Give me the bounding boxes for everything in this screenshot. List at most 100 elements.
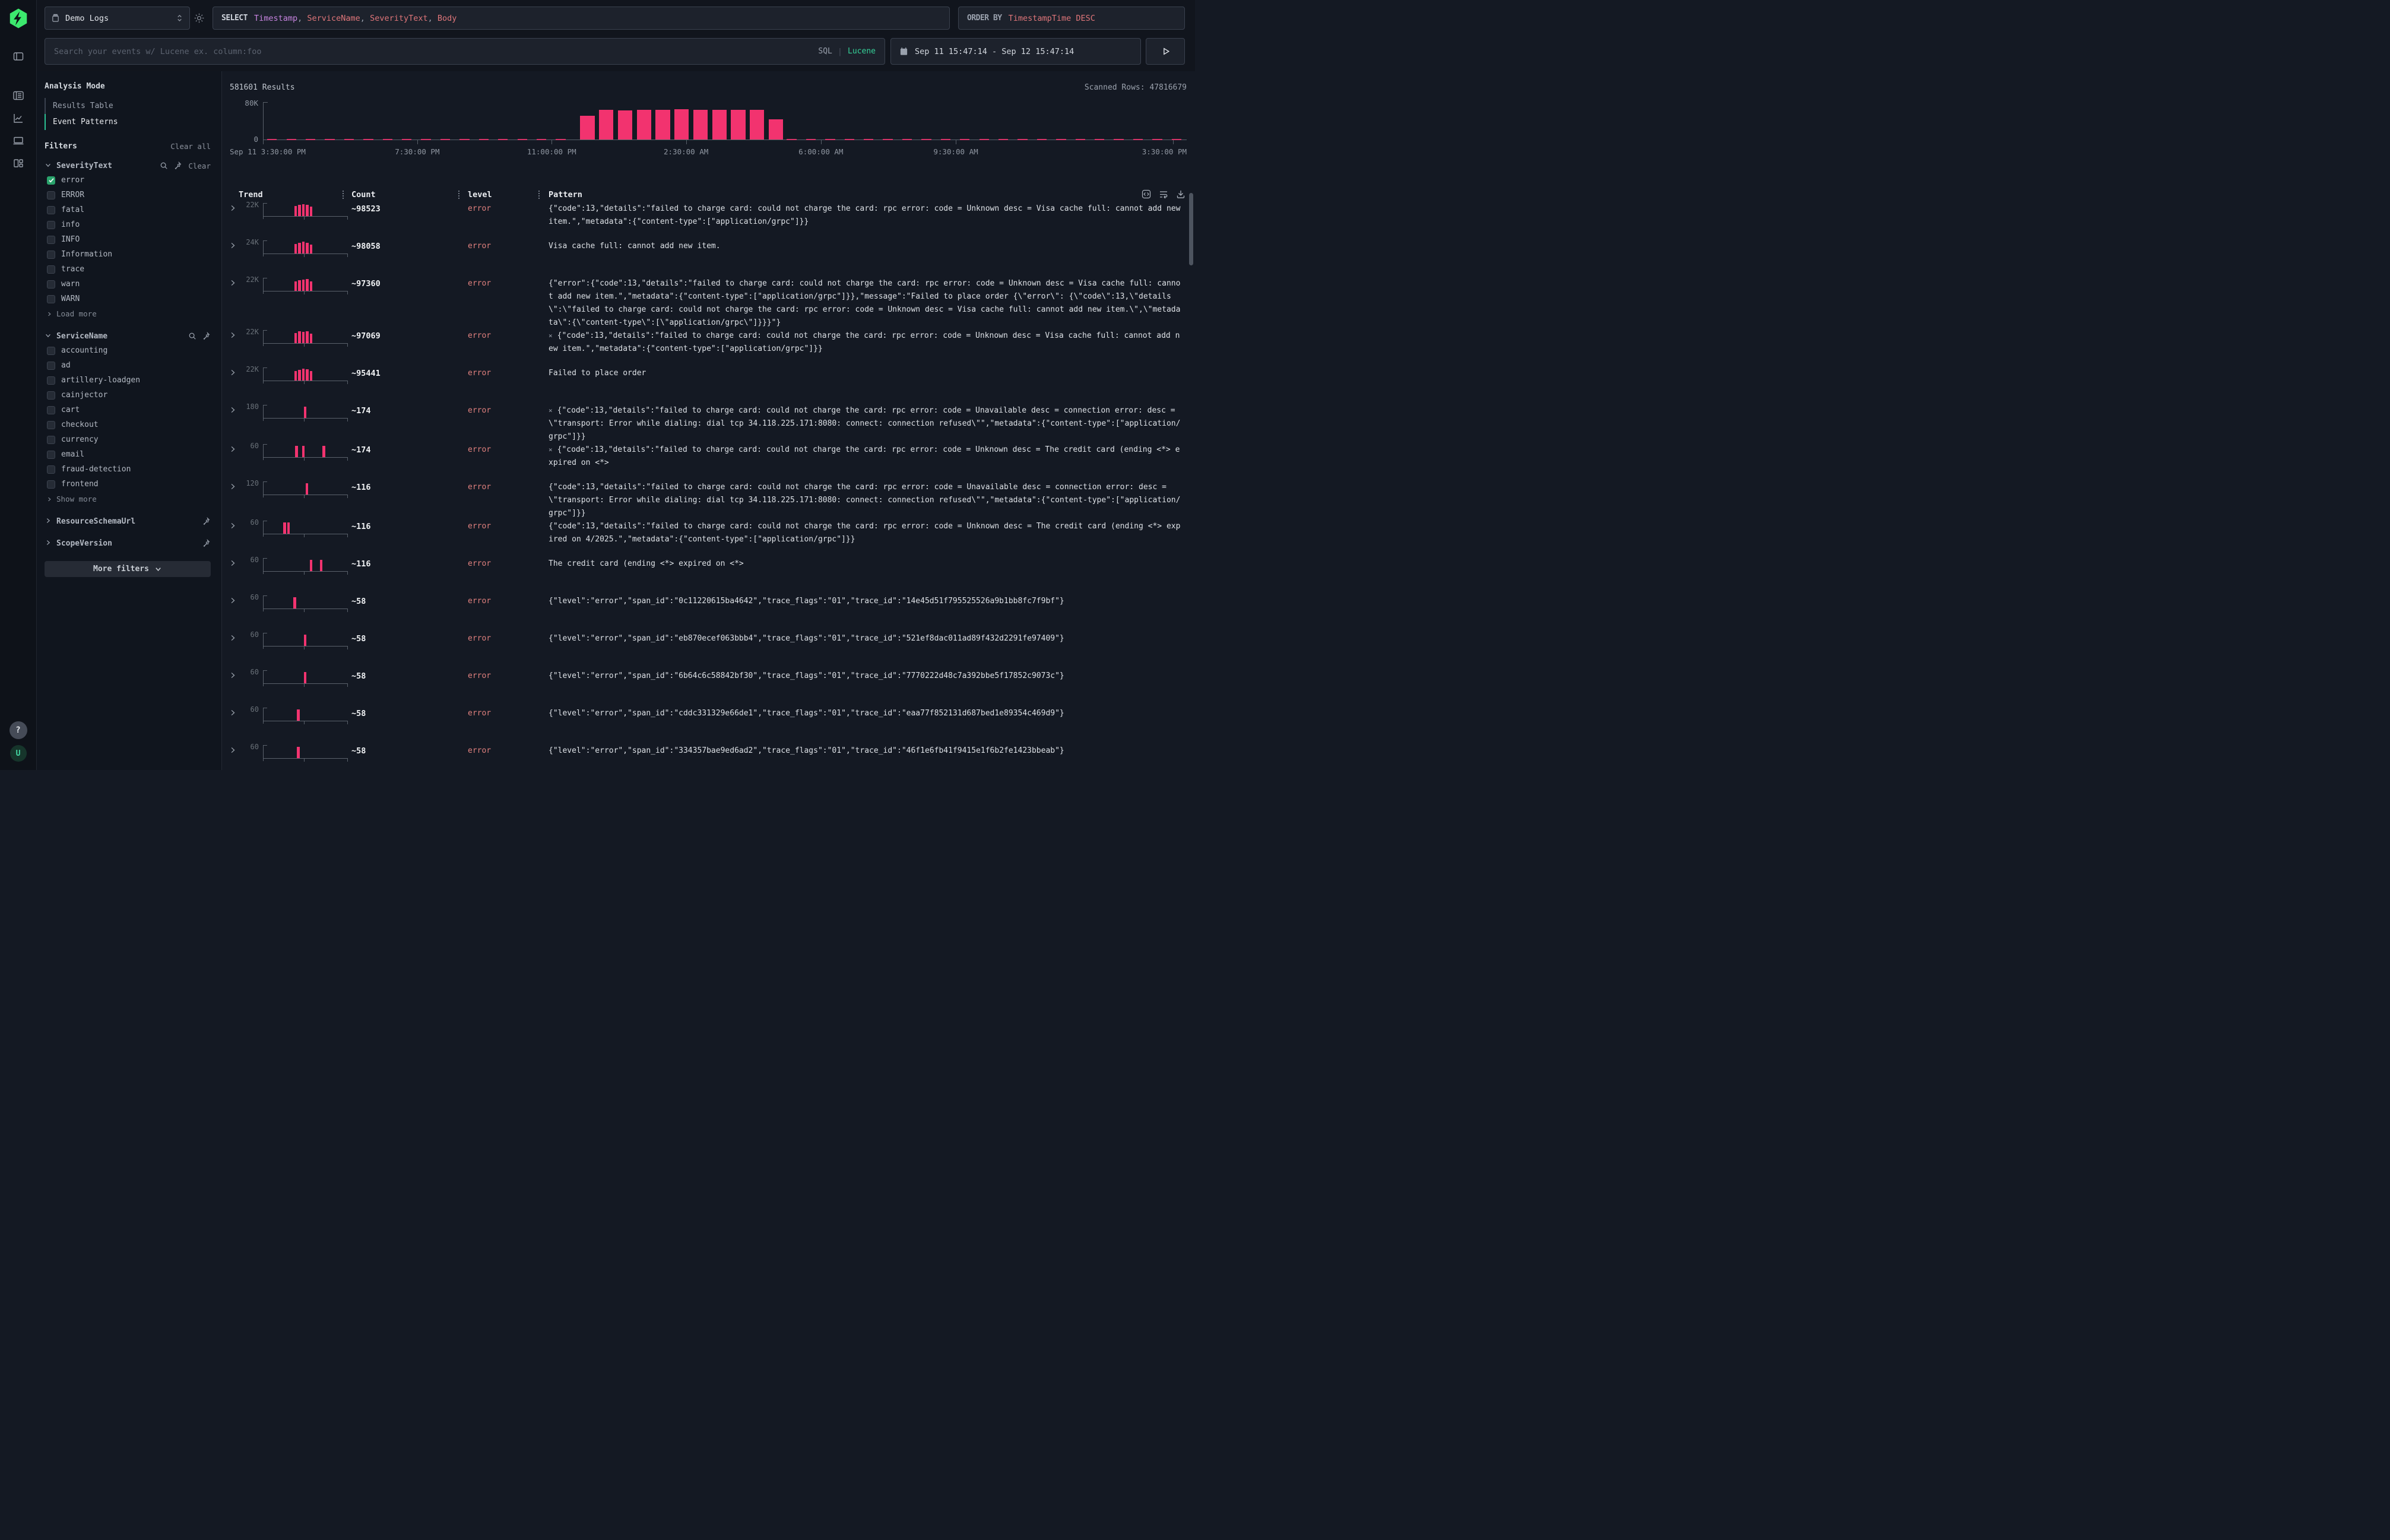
search-icon[interactable]: [160, 161, 169, 170]
filter-option-accounting[interactable]: accounting: [45, 343, 211, 358]
gear-icon[interactable]: [194, 12, 205, 24]
user-avatar[interactable]: U: [10, 745, 27, 762]
filter-group-header[interactable]: ScopeVersion: [45, 536, 211, 550]
analysis-mode-item-event-patterns[interactable]: Event Patterns: [45, 114, 211, 130]
checkbox-checked[interactable]: [47, 176, 55, 185]
column-header-count[interactable]: Count: [351, 190, 468, 199]
pin-icon[interactable]: [173, 161, 182, 170]
filter-option-fraud-detection[interactable]: fraud-detection: [45, 462, 211, 477]
checkbox-unchecked[interactable]: [47, 265, 55, 274]
histogram-bar[interactable]: [618, 110, 632, 140]
analysis-mode-item-results-table[interactable]: Results Table: [45, 98, 211, 114]
pattern-row[interactable]: 60~116errorThe credit card (ending <*> e…: [223, 557, 1195, 595]
datasource-select[interactable]: Demo Logs: [45, 7, 190, 30]
checkbox-unchecked[interactable]: [47, 251, 55, 259]
checkbox-unchecked[interactable]: [47, 421, 55, 429]
wrap-text-icon[interactable]: [1159, 189, 1168, 199]
histogram-bar[interactable]: [674, 109, 689, 140]
filter-option-info[interactable]: INFO: [45, 232, 211, 247]
pattern-row[interactable]: 60~58error{"level":"error","span_id":"cd…: [223, 707, 1195, 744]
sidebar-toggle-icon[interactable]: [12, 50, 24, 62]
chevron-down-icon[interactable]: [45, 161, 52, 170]
checkbox-unchecked[interactable]: [47, 406, 55, 414]
expand-row-icon[interactable]: [229, 634, 237, 642]
histogram-bar[interactable]: [599, 110, 613, 140]
clear-filter-button[interactable]: Clear: [188, 161, 211, 170]
histogram-bar[interactable]: [580, 116, 594, 140]
help-button[interactable]: ?: [9, 721, 27, 739]
sessions-icon[interactable]: [12, 135, 24, 147]
checkbox-unchecked[interactable]: [47, 221, 55, 229]
expand-row-icon[interactable]: [229, 445, 237, 454]
expand-row-icon[interactable]: [229, 204, 237, 213]
histogram-bar[interactable]: [769, 119, 783, 140]
checkbox-unchecked[interactable]: [47, 480, 55, 489]
mode-lucene-toggle[interactable]: Lucene: [848, 47, 876, 56]
filter-group-header[interactable]: ServiceName: [45, 329, 211, 343]
search-logs-icon[interactable]: [12, 90, 24, 102]
pattern-row[interactable]: 60~58error{"level":"error","span_id":"33…: [223, 744, 1195, 770]
pattern-row[interactable]: 60~116error{"code":13,"details":"failed …: [223, 520, 1195, 557]
pattern-row[interactable]: 22K~98523error{"code":13,"details":"fail…: [223, 202, 1195, 240]
checkbox-unchecked[interactable]: [47, 347, 55, 355]
results-histogram[interactable]: 80K0Sep 11 3:30:00 PM7:30:00 PM11:00:00 …: [230, 94, 1189, 161]
filter-group-header[interactable]: SeverityTextClear: [45, 159, 211, 173]
filter-group-header[interactable]: ResourceSchemaUrl: [45, 514, 211, 528]
pattern-row[interactable]: 22K~97360error{"error":{"code":13,"detai…: [223, 277, 1195, 329]
pin-icon[interactable]: [202, 332, 211, 341]
select-query-input[interactable]: SELECT Timestamp, ServiceName, SeverityT…: [213, 7, 950, 30]
chevron-down-icon[interactable]: [45, 332, 52, 341]
pattern-row[interactable]: 24K~98058errorVisa cache full: cannot ad…: [223, 240, 1195, 277]
filter-option-artillery-loadgen[interactable]: artillery-loadgen: [45, 373, 211, 388]
pattern-row[interactable]: 22K~97069error×{"code":13,"details":"fai…: [223, 329, 1195, 367]
filter-option-email[interactable]: email: [45, 447, 211, 462]
expand-row-icon[interactable]: [229, 331, 237, 340]
pattern-row[interactable]: 120~116error{"code":13,"details":"failed…: [223, 481, 1195, 520]
pattern-row[interactable]: 60~58error{"level":"error","span_id":"6b…: [223, 670, 1195, 707]
download-icon[interactable]: [1176, 189, 1186, 199]
pattern-row[interactable]: 180~174error×{"code":13,"details":"faile…: [223, 404, 1195, 443]
expand-row-icon[interactable]: [229, 559, 237, 568]
checkbox-unchecked[interactable]: [47, 436, 55, 444]
pin-icon[interactable]: [202, 539, 211, 548]
column-header-level[interactable]: level: [468, 190, 549, 199]
expand-row-icon[interactable]: [229, 369, 237, 377]
checkbox-unchecked[interactable]: [47, 362, 55, 370]
column-resize-handle[interactable]: [538, 191, 540, 199]
histogram-bar[interactable]: [655, 110, 670, 140]
checkbox-unchecked[interactable]: [47, 451, 55, 459]
checkbox-unchecked[interactable]: [47, 465, 55, 474]
scrollbar-thumb[interactable]: [1189, 193, 1193, 265]
checkbox-unchecked[interactable]: [47, 206, 55, 214]
order-by-input[interactable]: ORDER BY TimestampTime DESC: [958, 7, 1185, 30]
filter-option-trace[interactable]: trace: [45, 262, 211, 277]
expand-row-icon[interactable]: [229, 242, 237, 250]
mode-sql-toggle[interactable]: SQL: [818, 47, 832, 56]
checkbox-unchecked[interactable]: [47, 295, 55, 303]
checkbox-unchecked[interactable]: [47, 376, 55, 385]
load-more-button[interactable]: Show more: [45, 492, 211, 506]
filter-option-ad[interactable]: ad: [45, 358, 211, 373]
expand-row-icon[interactable]: [229, 279, 237, 287]
checkbox-unchecked[interactable]: [47, 236, 55, 244]
filter-option-fatal[interactable]: fatal: [45, 202, 211, 217]
filter-option-cart[interactable]: cart: [45, 403, 211, 417]
filter-option-checkout[interactable]: checkout: [45, 417, 211, 432]
time-range-picker[interactable]: Sep 11 15:47:14 - Sep 12 15:47:14: [890, 38, 1141, 65]
column-header-trend[interactable]: Trend: [239, 190, 351, 199]
histogram-bar[interactable]: [712, 110, 727, 140]
search-icon[interactable]: [188, 332, 197, 341]
expand-row-icon[interactable]: [229, 406, 237, 414]
filter-option-information[interactable]: Information: [45, 247, 211, 262]
column-resize-handle[interactable]: [458, 191, 459, 199]
chart-explorer-icon[interactable]: [12, 112, 24, 124]
dashboards-icon[interactable]: [12, 157, 24, 169]
pattern-row[interactable]: 60~58error{"level":"error","span_id":"0c…: [223, 595, 1195, 632]
filter-option-error[interactable]: ERROR: [45, 188, 211, 202]
histogram-bar[interactable]: [731, 110, 745, 140]
filter-option-warn[interactable]: WARN: [45, 291, 211, 306]
column-header-pattern[interactable]: Pattern: [549, 190, 1187, 199]
filter-option-warn[interactable]: warn: [45, 277, 211, 291]
histogram-bar[interactable]: [637, 110, 651, 140]
pin-icon[interactable]: [202, 517, 211, 526]
